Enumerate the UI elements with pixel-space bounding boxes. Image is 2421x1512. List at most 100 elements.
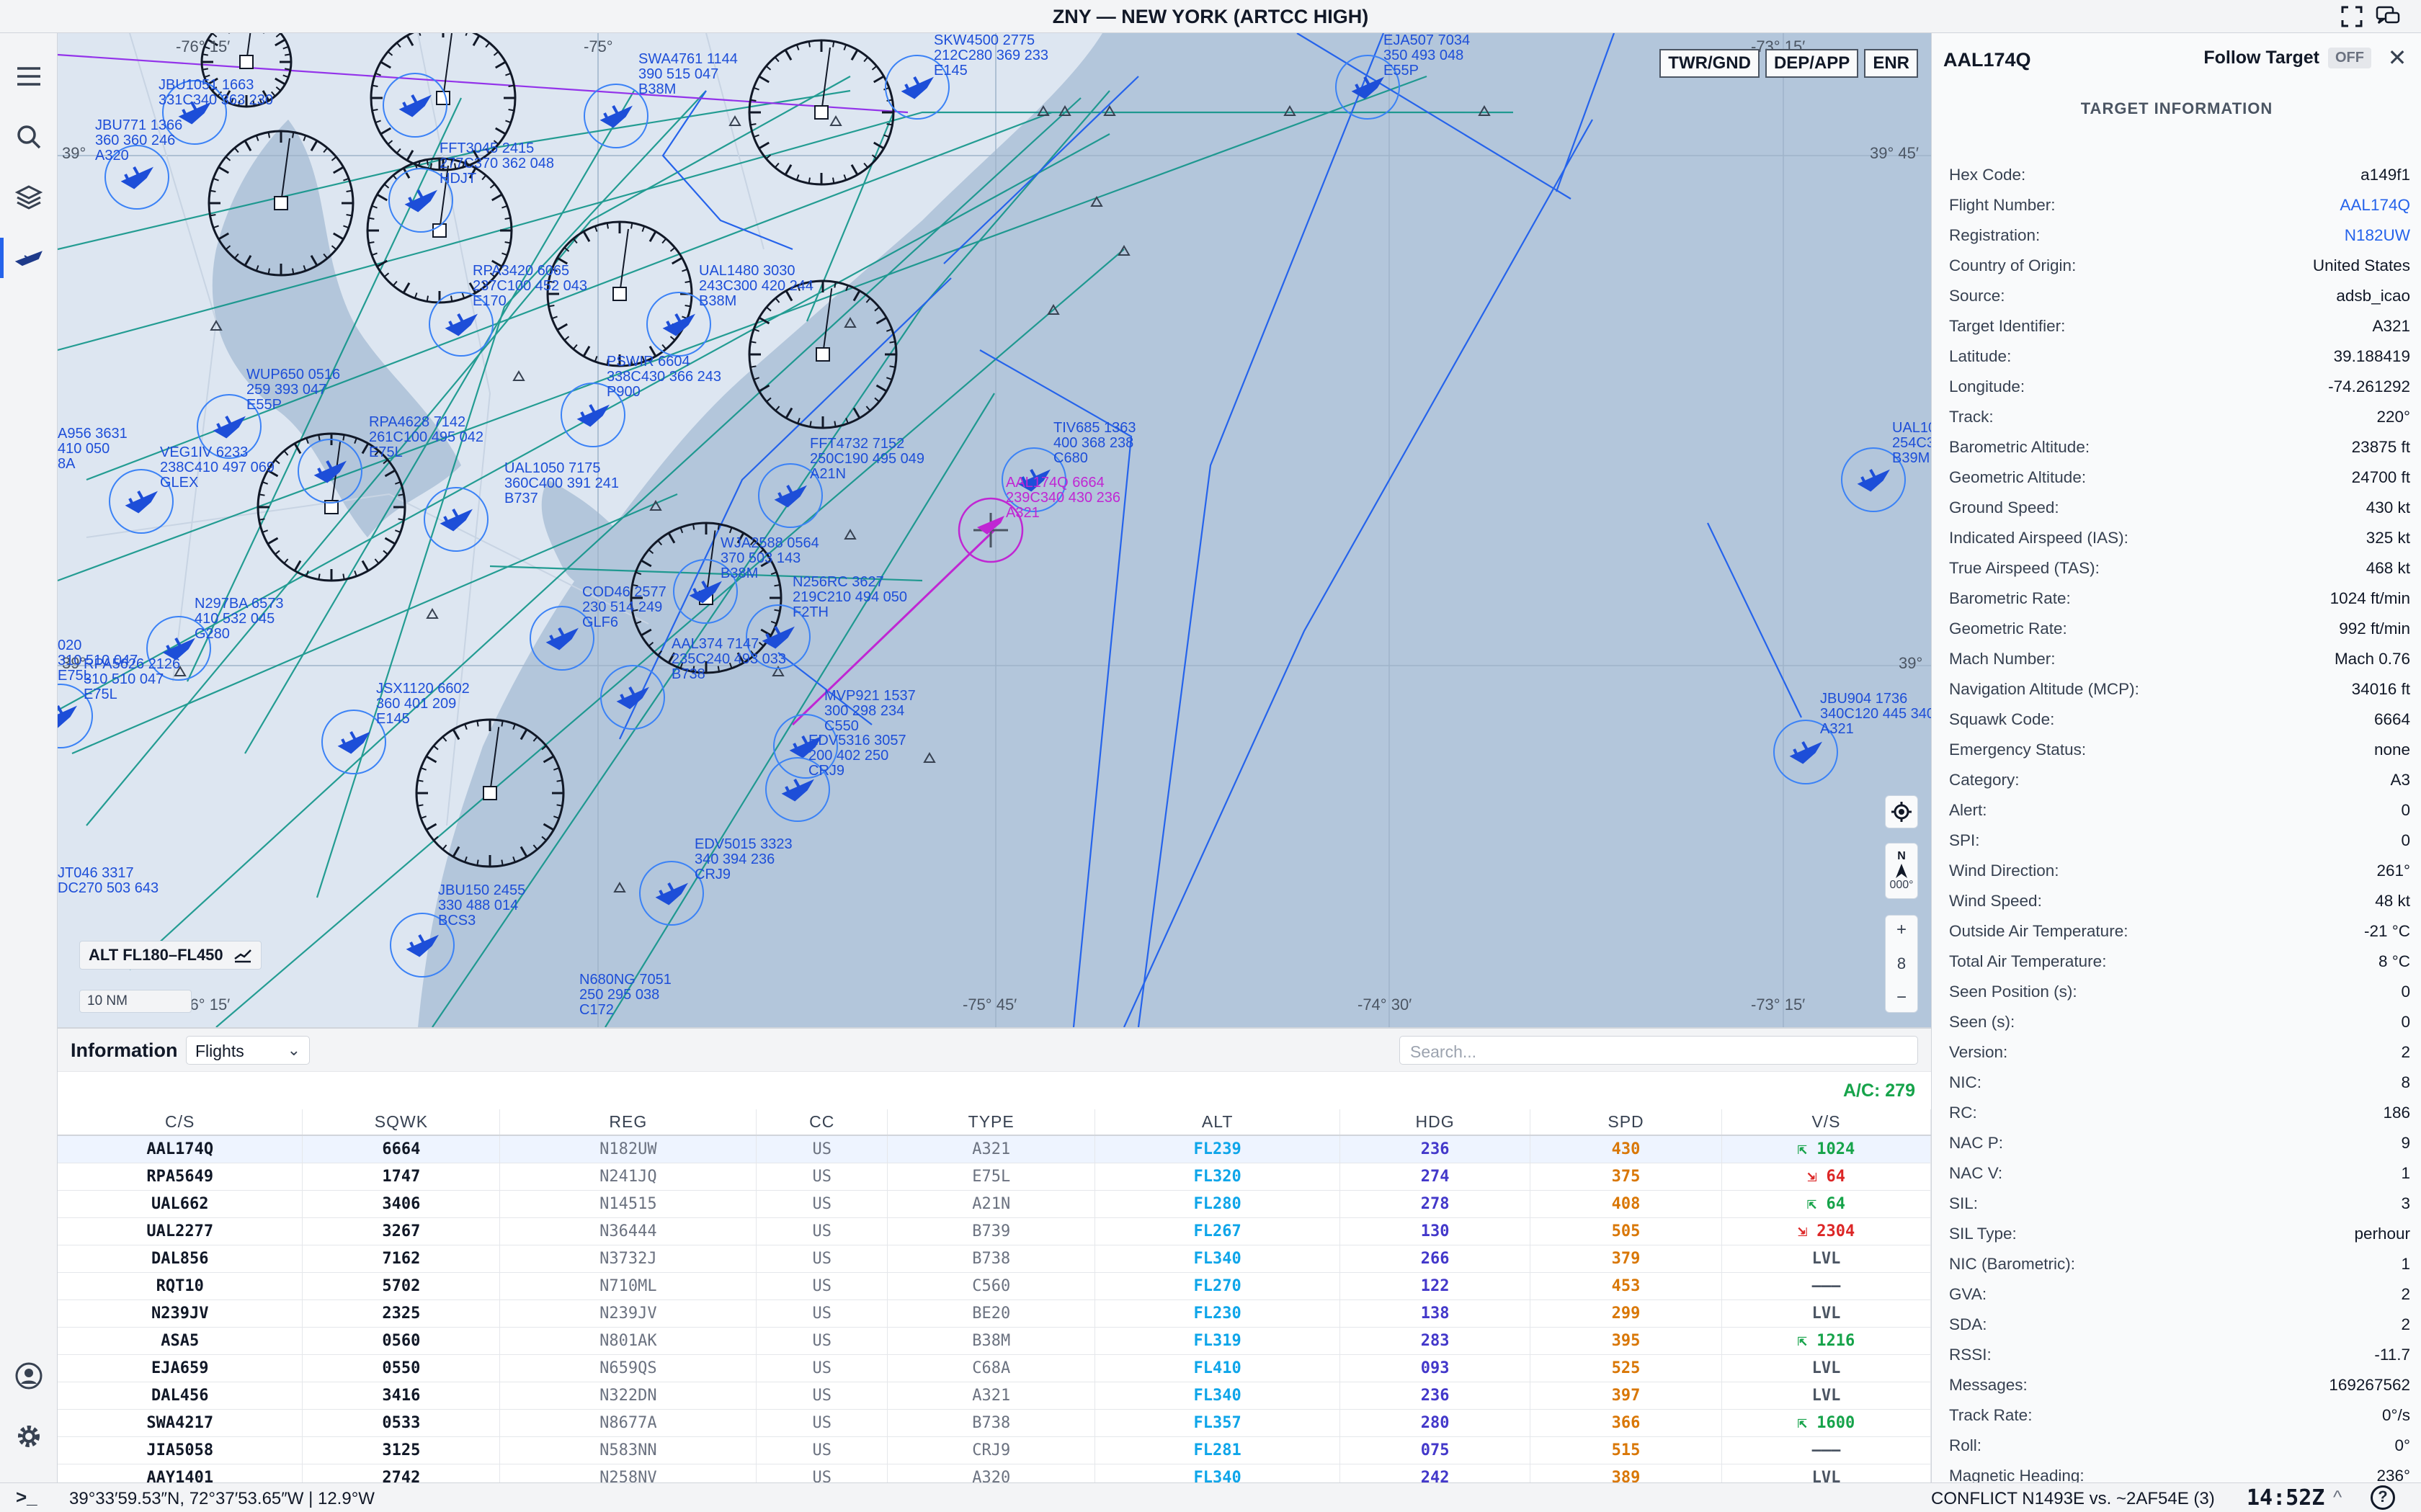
information-header: Information Flights ⌄ Search... xyxy=(58,1029,1931,1072)
table-row[interactable]: DAL456 3416 N322DN US A321 FL340 236 397 LVL xyxy=(58,1382,1932,1410)
aircraft-label[interactable]: RPA4628 7142 261C100 495 042 E75L xyxy=(369,415,483,460)
aircraft-label[interactable]: JSX1120 6602 360 401 209 E145 xyxy=(376,681,470,727)
target-field: Magnetic Heading: 236° xyxy=(1949,1461,2410,1482)
aircraft-label[interactable]: UAL1050 7175 360C400 391 241 B737 xyxy=(504,461,619,506)
aircraft-label[interactable]: VEG1IV 6233 238C410 497 069 GLEX xyxy=(160,445,275,491)
aircraft-label[interactable]: JT046 3317 DC270 503 643 xyxy=(58,866,159,896)
aircraft-label[interactable]: WUP650 0516 259 393 047 E55P xyxy=(246,367,340,413)
aircraft-label[interactable]: EDV5316 3057 200 402 250 CRJ9 xyxy=(808,733,906,779)
follow-target-control[interactable]: Follow Target OFF xyxy=(2203,48,2371,68)
table-row[interactable]: JIA5058 3125 N583NN US CRJ9 FL281 075 515 ——— xyxy=(58,1436,1932,1464)
layers-icon[interactable] xyxy=(13,182,45,213)
table-row[interactable]: ASA5 0560 N801AK US B38M FL319 283 395 ⇱ 1216 xyxy=(58,1327,1932,1355)
col-vertical-speed[interactable]: V/S xyxy=(1721,1109,1932,1136)
gear-icon[interactable] xyxy=(13,1421,45,1452)
aircraft-label[interactable]: JBU771 1366 360 360 246 A320 xyxy=(95,118,182,164)
table-row[interactable]: AAL174Q 6664 N182UW US A321 FL239 236 430 ⇱ 1024 xyxy=(58,1135,1932,1163)
aircraft-label[interactable]: N256RC 3627 219C210 494 050 F2TH xyxy=(793,575,907,620)
altitude-filter[interactable]: ALT FL180–FL450 xyxy=(79,941,262,970)
aircraft-label[interactable]: JBU904 1736 340C120 445 340 A321 xyxy=(1820,692,1931,737)
cell-cs: UAL662 xyxy=(58,1190,303,1218)
compass-control[interactable]: N 000° xyxy=(1885,843,1918,899)
field-value: -11.7 xyxy=(2374,1346,2410,1364)
chevron-up-icon[interactable]: ^ xyxy=(2333,1486,2342,1508)
aircraft-label[interactable]: MVP921 1537 300 298 234 C550 xyxy=(824,689,916,734)
plane-icon[interactable] xyxy=(13,242,45,274)
aircraft-label[interactable]: 020 310 510 047 E75L xyxy=(58,638,138,684)
col-squawk[interactable]: SQWK xyxy=(302,1109,501,1136)
col-callsign[interactable]: C/S xyxy=(58,1109,303,1136)
view-select[interactable]: Flights ⌄ xyxy=(186,1036,310,1065)
radar-map[interactable]: -76° 15′ -75° 45′ -74° 30′ -73° 15′ -76°… xyxy=(58,33,1931,1027)
col-country[interactable]: CC xyxy=(756,1109,888,1136)
field-label: Barometric Altitude: xyxy=(1949,438,2090,456)
aircraft-label[interactable]: N680NG 7051 250 295 038 C172 xyxy=(579,972,672,1018)
search-input[interactable]: Search... xyxy=(1399,1036,1918,1065)
col-speed[interactable]: SPD xyxy=(1530,1109,1722,1136)
field-value: 9 xyxy=(2401,1134,2410,1152)
field-value: 2 xyxy=(2401,1285,2410,1303)
view-select-value: Flights xyxy=(195,1042,244,1060)
target-field: Track Rate: 0°/s xyxy=(1949,1400,2410,1431)
zoom-in-button[interactable]: + xyxy=(1896,920,1907,940)
aircraft-label[interactable]: UAL10 254C3 B39M xyxy=(1892,421,1931,466)
target-field: Geometric Altitude: 24700 ft xyxy=(1949,462,2410,493)
recenter-button[interactable] xyxy=(1885,795,1918,828)
field-label: Geometric Altitude: xyxy=(1949,468,2087,486)
aircraft-label[interactable]: SKW4500 2775 212C280 369 233 E145 xyxy=(934,33,1048,79)
aircraft-label[interactable]: N297BA 6573 410 532 045 G280 xyxy=(195,596,283,642)
table-row[interactable]: N239JV 2325 N239JV US BE20 FL230 138 299 LVL xyxy=(58,1299,1932,1328)
cell-cc: US xyxy=(756,1327,888,1355)
table-row[interactable]: UAL2277 3267 N36444 US B739 FL267 130 505 ⇲ 2304 xyxy=(58,1217,1932,1245)
conflict-alert[interactable]: CONFLICT N1493E vs. ~2AF54E (3) xyxy=(1931,1489,2215,1509)
help-icon[interactable]: ? xyxy=(2371,1485,2395,1510)
table-row[interactable]: RQT10 5702 N710ML US C560 FL270 122 453 ——— xyxy=(58,1272,1932,1300)
field-label: Wind Speed: xyxy=(1949,892,2042,910)
aircraft-label[interactable]: FFT4732 7152 250C190 495 049 A21N xyxy=(810,437,924,482)
aircraft-label[interactable]: EDV5015 3323 340 394 236 CRJ9 xyxy=(695,837,793,882)
field-value: a149f1 xyxy=(2360,166,2410,184)
close-icon[interactable]: ✕ xyxy=(2384,45,2410,71)
menu-icon[interactable] xyxy=(13,61,45,92)
field-value[interactable]: AAL174Q xyxy=(2340,196,2410,215)
aircraft-label[interactable]: UAL1480 3030 243C300 420 244 B38M xyxy=(699,264,813,309)
zoom-out-button[interactable]: − xyxy=(1896,988,1907,1008)
table-row[interactable]: SWA4217 0533 N8677A US B738 FL357 280 366 ⇱ 1600 xyxy=(58,1409,1932,1437)
table-row[interactable]: EJA659 0550 N659QS US C68A FL410 093 525 LVL xyxy=(58,1354,1932,1382)
aircraft-label[interactable]: JBU150 2455 330 488 014 BCS3 xyxy=(438,883,525,929)
search-icon[interactable] xyxy=(13,121,45,153)
aircraft-label[interactable]: JBU1051 1663 331C340 363 230 xyxy=(159,78,273,108)
col-registration[interactable]: REG xyxy=(499,1109,757,1136)
table-row[interactable]: UAL662 3406 N14515 US A21N FL280 278 408 ⇱ 64 xyxy=(58,1190,1932,1218)
aircraft-label[interactable]: COD46 2577 230 514 249 GLF6 xyxy=(582,585,666,630)
field-label: Geometric Rate: xyxy=(1949,619,2067,638)
aircraft-label[interactable]: RPA3420 6065 237C100 452 043 E170 xyxy=(473,264,587,309)
field-label: Category: xyxy=(1949,771,2020,789)
cell-vs: ⇲ 64 xyxy=(1721,1163,1932,1191)
target-field: Version: 2 xyxy=(1949,1037,2410,1068)
aircraft-label[interactable]: AAL374 7147 235C240 493 033 B738 xyxy=(672,637,786,682)
mode-enr-button[interactable]: ENR xyxy=(1864,49,1918,78)
aircraft-label[interactable]: TIV685 1363 400 368 238 C680 xyxy=(1053,421,1136,466)
target-field: Squawk Code: 6664 xyxy=(1949,704,2410,735)
fullscreen-icon[interactable] xyxy=(2337,3,2366,30)
table-row[interactable]: RPA5649 1747 N241JQ US E75L FL320 274 375 ⇲ 64 xyxy=(58,1163,1932,1191)
follow-target-toggle[interactable]: OFF xyxy=(2328,48,2371,68)
mode-dep-app-button[interactable]: DEP/APP xyxy=(1765,49,1859,78)
mode-twr-gnd-button[interactable]: TWR/GND xyxy=(1659,49,1760,78)
terminal-icon[interactable]: >_ xyxy=(16,1486,37,1508)
aircraft-label[interactable]: EJA507 7034 350 493 048 E55P xyxy=(1383,33,1470,79)
col-heading[interactable]: HDG xyxy=(1339,1109,1531,1136)
selected-aircraft-label[interactable]: AAL174Q 6664 239C340 430 236 A321 xyxy=(1006,475,1120,521)
aircraft-label[interactable]: A956 3631 410 050 8A xyxy=(58,426,128,472)
chat-icon[interactable] xyxy=(2373,3,2402,30)
user-icon[interactable] xyxy=(13,1360,45,1392)
field-value[interactable]: N182UW xyxy=(2345,226,2410,245)
table-row[interactable]: DAL856 7162 N3732J US B738 FL340 266 379 LVL xyxy=(58,1245,1932,1273)
aircraft-label[interactable]: PSWIR 6604 338C430 366 243 P900 xyxy=(607,354,721,400)
aircraft-label[interactable]: SWA4761 1144 390 515 047 B38M xyxy=(638,52,738,97)
target-field: Registration: N182UW xyxy=(1949,220,2410,251)
col-type[interactable]: TYPE xyxy=(887,1109,1096,1136)
col-altitude[interactable]: ALT xyxy=(1094,1109,1341,1136)
aircraft-label[interactable]: FFT3045 2415 277C370 362 048 HDJT xyxy=(440,141,554,187)
